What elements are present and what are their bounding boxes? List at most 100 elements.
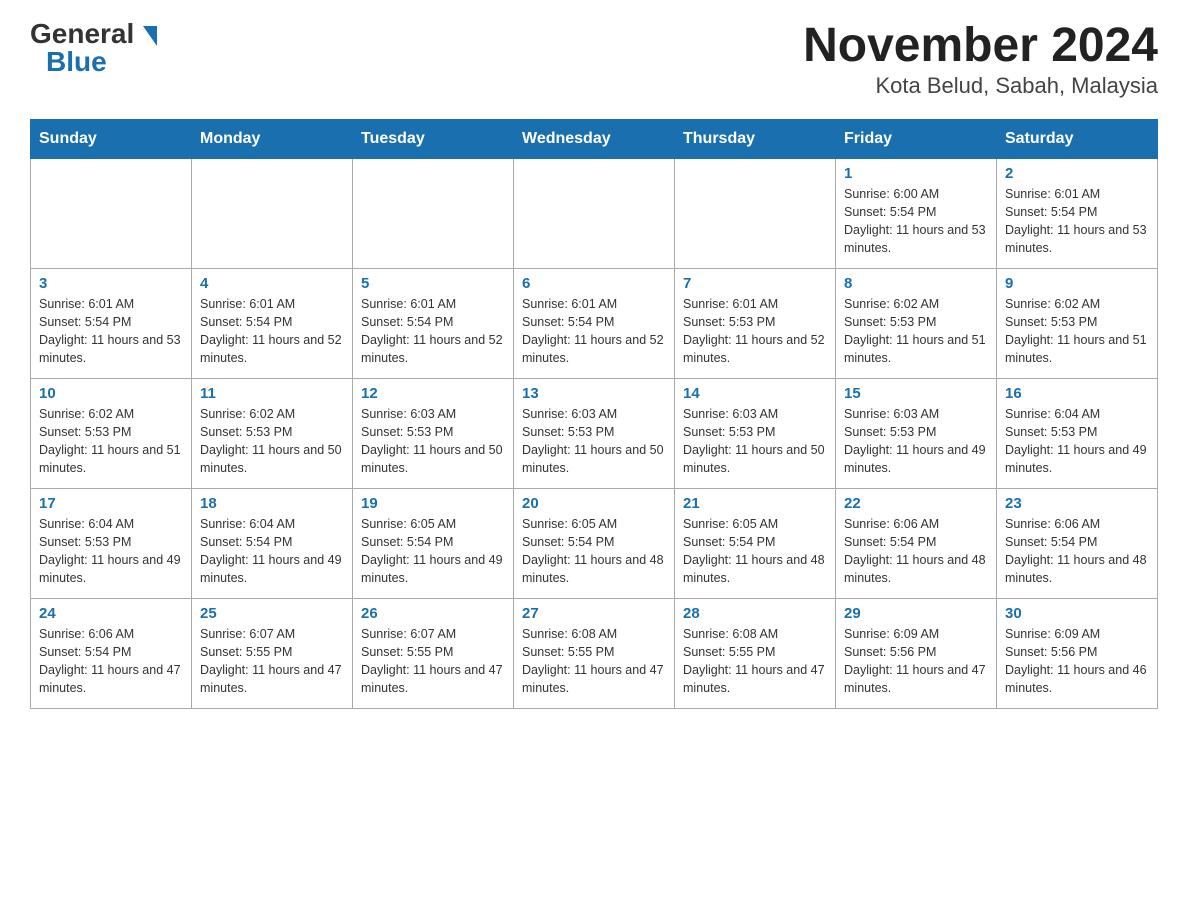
col-wednesday: Wednesday — [514, 119, 675, 158]
day-info: Sunrise: 6:01 AM Sunset: 5:54 PM Dayligh… — [39, 295, 183, 368]
day-number: 15 — [844, 385, 988, 402]
day-info: Sunrise: 6:03 AM Sunset: 5:53 PM Dayligh… — [844, 405, 988, 478]
day-number: 3 — [39, 275, 183, 292]
day-number: 21 — [683, 495, 827, 512]
calendar-cell-w3-d3: 13 Sunrise: 6:03 AM Sunset: 5:53 PM Dayli… — [514, 378, 675, 488]
calendar-cell-w2-d3: 6 Sunrise: 6:01 AM Sunset: 5:54 PM Daylig… — [514, 268, 675, 378]
calendar-cell-w2-d2: 5Sunrise: 6:01 AM Sunset: 5:54 PM Daylig… — [353, 268, 514, 378]
day-number: 1 — [844, 165, 988, 182]
calendar-cell-w3-d0: 10 Sunrise: 6:02 AM Sunset: 5:53 PM Dayli… — [31, 378, 192, 488]
calendar-title: November 2024 — [803, 20, 1158, 73]
day-info: Sunrise: 6:08 AM Sunset: 5:55 PM Dayligh… — [683, 625, 827, 698]
day-info: Sunrise: 6:05 AM Sunset: 5:54 PM Dayligh… — [361, 515, 505, 588]
calendar-cell-w4-d0: 17 Sunrise: 6:04 AM Sunset: 5:53 PM Dayli… — [31, 488, 192, 598]
title-block: November 2024 Kota Belud, Sabah, Malaysi… — [803, 20, 1158, 99]
day-info: Sunrise: 6:02 AM Sunset: 5:53 PM Dayligh… — [844, 295, 988, 368]
calendar-cell-w5-d2: 26 Sunrise: 6:07 AM Sunset: 5:55 PM Dayli… — [353, 598, 514, 708]
calendar-cell-w2-d0: 3 Sunrise: 6:01 AM Sunset: 5:54 PM Daylig… — [31, 268, 192, 378]
calendar-cell-w5-d6: 30 Sunrise: 6:09 AM Sunset: 5:56 PM Dayli… — [997, 598, 1158, 708]
day-number: 26 — [361, 605, 505, 622]
day-info: Sunrise: 6:02 AM Sunset: 5:53 PM Dayligh… — [200, 405, 344, 478]
day-info: Sunrise: 6:07 AM Sunset: 5:55 PM Dayligh… — [361, 625, 505, 698]
day-info: Sunrise: 6:02 AM Sunset: 5:53 PM Dayligh… — [39, 405, 183, 478]
day-number: 20 — [522, 495, 666, 512]
day-info: Sunrise: 6:05 AM Sunset: 5:54 PM Dayligh… — [522, 515, 666, 588]
calendar-cell-w4-d4: 21 Sunrise: 6:05 AM Sunset: 5:54 PM Dayli… — [675, 488, 836, 598]
day-info: Sunrise: 6:01 AM Sunset: 5:53 PM Dayligh… — [683, 295, 827, 368]
day-info: Sunrise: 6:09 AM Sunset: 5:56 PM Dayligh… — [844, 625, 988, 698]
day-info: Sunrise: 6:04 AM Sunset: 5:54 PM Dayligh… — [200, 515, 344, 588]
calendar-cell-w4-d3: 20 Sunrise: 6:05 AM Sunset: 5:54 PM Dayli… — [514, 488, 675, 598]
page-header: General Blue November 2024 Kota Belud, S… — [30, 20, 1158, 99]
day-number: 29 — [844, 605, 988, 622]
day-info: Sunrise: 6:04 AM Sunset: 5:53 PM Dayligh… — [1005, 405, 1149, 478]
col-monday: Monday — [192, 119, 353, 158]
day-info: Sunrise: 6:02 AM Sunset: 5:53 PM Dayligh… — [1005, 295, 1149, 368]
day-info: Sunrise: 6:01 AM Sunset: 5:54 PM Dayligh… — [1005, 185, 1149, 258]
calendar-cell-w5-d1: 25 Sunrise: 6:07 AM Sunset: 5:55 PM Dayli… — [192, 598, 353, 708]
week-row-3: 10 Sunrise: 6:02 AM Sunset: 5:53 PM Dayli… — [31, 378, 1158, 488]
calendar-cell-w3-d6: 16 Sunrise: 6:04 AM Sunset: 5:53 PM Dayli… — [997, 378, 1158, 488]
col-sunday: Sunday — [31, 119, 192, 158]
week-row-1: 1Sunrise: 6:00 AM Sunset: 5:54 PM Daylig… — [31, 158, 1158, 268]
calendar-cell-w5-d4: 28 Sunrise: 6:08 AM Sunset: 5:55 PM Dayli… — [675, 598, 836, 708]
day-number: 28 — [683, 605, 827, 622]
calendar-subtitle: Kota Belud, Sabah, Malaysia — [803, 73, 1158, 99]
day-info: Sunrise: 6:06 AM Sunset: 5:54 PM Dayligh… — [39, 625, 183, 698]
day-number: 30 — [1005, 605, 1149, 622]
day-info: Sunrise: 6:03 AM Sunset: 5:53 PM Dayligh… — [683, 405, 827, 478]
day-number: 13 — [522, 385, 666, 402]
calendar-cell-w5-d0: 24 Sunrise: 6:06 AM Sunset: 5:54 PM Dayli… — [31, 598, 192, 708]
calendar-cell-w1-d3 — [514, 158, 675, 268]
day-number: 25 — [200, 605, 344, 622]
day-info: Sunrise: 6:09 AM Sunset: 5:56 PM Dayligh… — [1005, 625, 1149, 698]
col-thursday: Thursday — [675, 119, 836, 158]
day-info: Sunrise: 6:05 AM Sunset: 5:54 PM Dayligh… — [683, 515, 827, 588]
day-number: 7 — [683, 275, 827, 292]
calendar-cell-w4-d1: 18Sunrise: 6:04 AM Sunset: 5:54 PM Dayli… — [192, 488, 353, 598]
calendar-cell-w1-d6: 2 Sunrise: 6:01 AM Sunset: 5:54 PM Daylig… — [997, 158, 1158, 268]
calendar-cell-w1-d2 — [353, 158, 514, 268]
day-number: 17 — [39, 495, 183, 512]
day-number: 19 — [361, 495, 505, 512]
logo-general-text: General — [30, 20, 157, 48]
day-number: 14 — [683, 385, 827, 402]
day-info: Sunrise: 6:06 AM Sunset: 5:54 PM Dayligh… — [1005, 515, 1149, 588]
calendar-cell-w2-d5: 8Sunrise: 6:02 AM Sunset: 5:53 PM Daylig… — [836, 268, 997, 378]
calendar-cell-w4-d5: 22Sunrise: 6:06 AM Sunset: 5:54 PM Dayli… — [836, 488, 997, 598]
day-number: 10 — [39, 385, 183, 402]
calendar-cell-w2-d4: 7 Sunrise: 6:01 AM Sunset: 5:53 PM Daylig… — [675, 268, 836, 378]
week-row-4: 17 Sunrise: 6:04 AM Sunset: 5:53 PM Dayli… — [31, 488, 1158, 598]
calendar-cell-w1-d1 — [192, 158, 353, 268]
day-number: 12 — [361, 385, 505, 402]
day-info: Sunrise: 6:03 AM Sunset: 5:53 PM Dayligh… — [522, 405, 666, 478]
day-info: Sunrise: 6:03 AM Sunset: 5:53 PM Dayligh… — [361, 405, 505, 478]
day-number: 27 — [522, 605, 666, 622]
calendar-cell-w1-d5: 1Sunrise: 6:00 AM Sunset: 5:54 PM Daylig… — [836, 158, 997, 268]
day-number: 24 — [39, 605, 183, 622]
week-row-5: 24 Sunrise: 6:06 AM Sunset: 5:54 PM Dayli… — [31, 598, 1158, 708]
calendar-cell-w3-d2: 12 Sunrise: 6:03 AM Sunset: 5:53 PM Dayli… — [353, 378, 514, 488]
week-row-2: 3 Sunrise: 6:01 AM Sunset: 5:54 PM Daylig… — [31, 268, 1158, 378]
logo-blue-text: Blue — [46, 48, 107, 76]
calendar-cell-w5-d5: 29 Sunrise: 6:09 AM Sunset: 5:56 PM Dayli… — [836, 598, 997, 708]
day-info: Sunrise: 6:04 AM Sunset: 5:53 PM Dayligh… — [39, 515, 183, 588]
col-saturday: Saturday — [997, 119, 1158, 158]
day-number: 2 — [1005, 165, 1149, 182]
day-number: 4 — [200, 275, 344, 292]
day-number: 22 — [844, 495, 988, 512]
day-info: Sunrise: 6:07 AM Sunset: 5:55 PM Dayligh… — [200, 625, 344, 698]
col-friday: Friday — [836, 119, 997, 158]
day-number: 11 — [200, 385, 344, 402]
calendar-cell-w3-d4: 14 Sunrise: 6:03 AM Sunset: 5:53 PM Dayli… — [675, 378, 836, 488]
calendar-cell-w4-d2: 19 Sunrise: 6:05 AM Sunset: 5:54 PM Dayli… — [353, 488, 514, 598]
day-info: Sunrise: 6:01 AM Sunset: 5:54 PM Dayligh… — [522, 295, 666, 368]
calendar-cell-w1-d0 — [31, 158, 192, 268]
day-info: Sunrise: 6:01 AM Sunset: 5:54 PM Dayligh… — [200, 295, 344, 368]
calendar-cell-w2-d6: 9Sunrise: 6:02 AM Sunset: 5:53 PM Daylig… — [997, 268, 1158, 378]
calendar-header-row: Sunday Monday Tuesday Wednesday Thursday… — [31, 119, 1158, 158]
calendar-cell-w1-d4 — [675, 158, 836, 268]
day-number: 6 — [522, 275, 666, 292]
calendar-table: Sunday Monday Tuesday Wednesday Thursday… — [30, 119, 1158, 709]
day-number: 16 — [1005, 385, 1149, 402]
